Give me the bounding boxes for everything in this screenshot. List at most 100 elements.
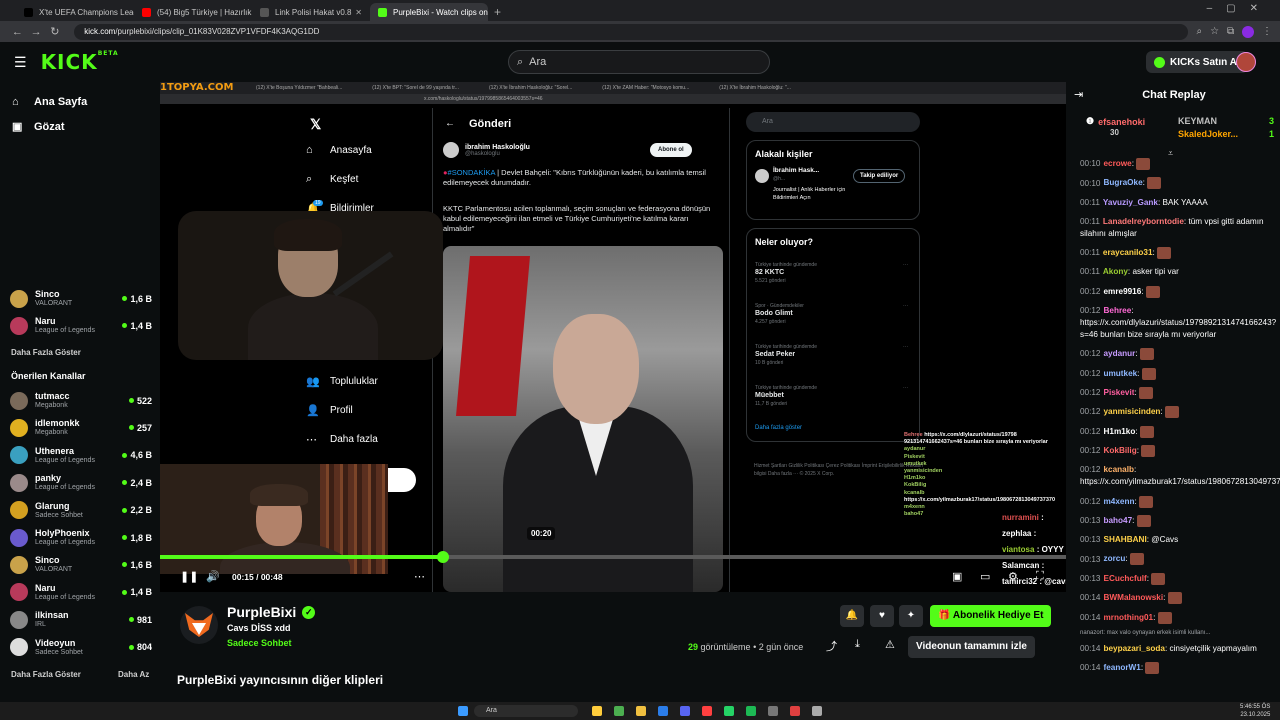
share-icon[interactable]: ⤴ (826, 638, 837, 654)
zoom-icon[interactable]: ⌕ (1196, 26, 1202, 37)
chat-username[interactable]: ECuchcfulf (1104, 574, 1147, 583)
spotify-icon[interactable] (746, 706, 756, 716)
chat-username[interactable]: zorcu (1104, 555, 1126, 564)
settings-gear-icon[interactable]: ⚙ (1008, 570, 1018, 583)
collapse-chat-icon[interactable]: ⇥ (1074, 88, 1083, 101)
chat-username[interactable]: BugraOke (1104, 179, 1143, 188)
channel-avatar[interactable] (180, 606, 218, 644)
chat-username[interactable]: ecrowe (1104, 159, 1132, 168)
watch-full-video-button[interactable]: Videonun tamamını izle (908, 636, 1035, 658)
forward-icon[interactable]: → (27, 26, 46, 38)
sidebar-channel-sinco[interactable]: Sinco VALORANT 1,6 B (10, 551, 152, 578)
video-progress-bar[interactable] (160, 551, 1066, 563)
taskbar-app-icon[interactable] (812, 706, 822, 716)
fullscreen-icon[interactable]: ⛶ (1036, 570, 1044, 583)
sidebar-channel-idlemonkk[interactable]: idlemonkk Megabonk 257 (10, 414, 152, 441)
gift-sub-button[interactable]: 🎁 Abonelik Hediye Et (930, 605, 1052, 627)
menu-dots-icon[interactable]: ⋮ (1262, 26, 1272, 37)
back-icon[interactable]: ← (8, 26, 27, 38)
chat-username[interactable]: aydanur (1104, 349, 1136, 358)
chat-username[interactable]: KokBilig (1104, 446, 1137, 455)
url-field[interactable]: kick.com/purplebixi/clips/clip_01K83V028… (74, 23, 1189, 40)
taskbar-app-icon[interactable] (768, 706, 778, 716)
chat-username[interactable]: eraycanilo31 (1103, 248, 1153, 257)
folder-icon[interactable] (636, 706, 646, 716)
chat-username[interactable]: Piskevit (1104, 388, 1135, 397)
pause-icon[interactable]: ❚❚ (180, 570, 198, 583)
sidebar-channel-naru[interactable]: Naru League of Legends 1,4 B (10, 579, 152, 606)
show-less-link[interactable]: Daha Az (118, 670, 149, 679)
chat-username[interactable]: Behree (1104, 306, 1132, 315)
video-player[interactable]: (12) X'te Boşuna Yıldızmer "Bahbeali...(… (160, 82, 1066, 592)
whatsapp-icon[interactable] (724, 706, 734, 716)
heart-follow-icon[interactable]: ♥ (870, 605, 894, 627)
volume-icon[interactable]: 🔊 (206, 570, 220, 583)
windows-start-icon[interactable] (458, 706, 468, 716)
sidebar-channel-ilkinsan[interactable]: ilkinsan IRL 981 (10, 606, 152, 633)
discord-icon[interactable] (680, 706, 690, 716)
browser-tab[interactable]: (54) Big5 Türkiye | Hazırlık Seze✕ (134, 3, 252, 21)
overlay-message: https://x.com/yilmazburak17/status/19806… (904, 496, 1056, 503)
pip-icon[interactable]: ▣ (952, 570, 962, 583)
chat-username[interactable]: Lanadelreyborntodie (1103, 217, 1184, 226)
notification-bell-icon[interactable]: 🔔 (840, 605, 864, 627)
chat-username[interactable]: beypazari_soda (1104, 644, 1165, 653)
sidebar-channel-panky[interactable]: panky League of Legends 2,4 B (10, 469, 152, 496)
chat-username[interactable]: H1m1ko (1104, 427, 1136, 436)
taskbar-app-icon[interactable] (658, 706, 668, 716)
hamburger-menu-icon[interactable]: ☰ (14, 54, 27, 71)
chat-username[interactable]: BWMalanowski (1104, 593, 1164, 602)
show-more-footer-link[interactable]: Daha Fazla Göster (11, 670, 81, 679)
sidebar-channel-sinco[interactable]: Sinco VALORANT 1,6 B (10, 285, 152, 312)
new-tab-icon[interactable]: + (494, 3, 501, 21)
show-more-link[interactable]: Daha Fazla Göster (11, 348, 81, 357)
sparkle-icon[interactable]: ✦ (899, 605, 923, 627)
search-input[interactable]: ⌕ Ara (508, 50, 770, 74)
sidebar-channel-tutmacc[interactable]: tutmacc Megabonk 522 (10, 387, 152, 414)
report-warning-icon[interactable]: ⚠ (885, 638, 895, 651)
taskbar-app-icon[interactable] (614, 706, 624, 716)
buy-kicks-button[interactable]: KICKs Satın Al (1146, 51, 1248, 73)
chat-username[interactable]: Akony (1103, 267, 1128, 276)
sidebar-channel-glarung[interactable]: Glarung Sadece Sohbet 2,2 B (10, 497, 152, 524)
viewer-count-value: 1,6 B (130, 293, 152, 304)
taskbar-app-icon[interactable] (592, 706, 602, 716)
sidebar-item-home[interactable]: ⌂ Ana Sayfa (0, 89, 160, 114)
channel-name[interactable]: PurpleBixi ✓ (227, 604, 316, 620)
more-options-icon[interactable]: ⋯ (414, 570, 425, 583)
chat-username[interactable]: SHAHBANI (1104, 535, 1147, 544)
user-avatar[interactable] (1236, 52, 1256, 72)
taskbar-search[interactable]: Ara (474, 705, 578, 717)
sidebar-channel-videoyun[interactable]: Videoyun Sadece Sohbet 804 (10, 634, 152, 661)
chat-username[interactable]: umutkek (1104, 369, 1138, 378)
chat-username[interactable]: yanmisicinden (1104, 407, 1161, 416)
theater-icon[interactable]: ▭ (980, 570, 990, 583)
browser-tab[interactable]: PurpleBixi - Watch clips on✕ (370, 3, 488, 21)
window-controls[interactable]: –▢✕ (1207, 3, 1272, 14)
chat-username[interactable]: feanorW1 (1104, 663, 1141, 672)
chat-username[interactable]: mrnothing01 (1104, 613, 1154, 622)
sidebar-channel-uthenera[interactable]: Uthenera League of Legends 4,6 B (10, 442, 152, 469)
sidebar-channel-holyphoenix[interactable]: HolyPhoenix League of Legends 1,8 B (10, 524, 152, 551)
sidebar-item-browse[interactable]: ▣ Gözat (0, 114, 160, 139)
clip-category[interactable]: Sadece Sohbet (227, 638, 292, 648)
sidebar-channel-naru[interactable]: Naru League of Legends 1,4 B (10, 312, 152, 339)
chat-username[interactable]: baho47 (1104, 516, 1133, 525)
chat-username[interactable]: emre9916 (1104, 287, 1142, 296)
x-nav-label: Keşfet (330, 173, 359, 185)
browser-tab[interactable]: X'te UEFA Champions League: "✕ (16, 3, 134, 21)
chat-username[interactable]: Yavuziy_Gank (1103, 198, 1158, 207)
bookmark-star-icon[interactable]: ☆ (1210, 26, 1219, 37)
head-shape (553, 314, 639, 424)
download-icon[interactable]: ⤓ (855, 638, 860, 651)
kick-logo[interactable]: KICKBETA (41, 50, 119, 74)
chat-username[interactable]: m4xenn (1104, 497, 1135, 506)
browser-tab[interactable]: Link Polisi Hakat v0.8 ✕ (252, 3, 370, 21)
tab-close-icon[interactable]: ✕ (355, 8, 362, 17)
chat-username[interactable]: kcanalb (1104, 465, 1135, 474)
profile-avatar[interactable] (1242, 25, 1254, 38)
extensions-icon[interactable]: ⧉ (1227, 26, 1234, 37)
taskbar-app-icon[interactable] (702, 706, 712, 716)
chrome-icon[interactable] (790, 706, 800, 716)
reload-icon[interactable]: ↻ (45, 25, 64, 38)
